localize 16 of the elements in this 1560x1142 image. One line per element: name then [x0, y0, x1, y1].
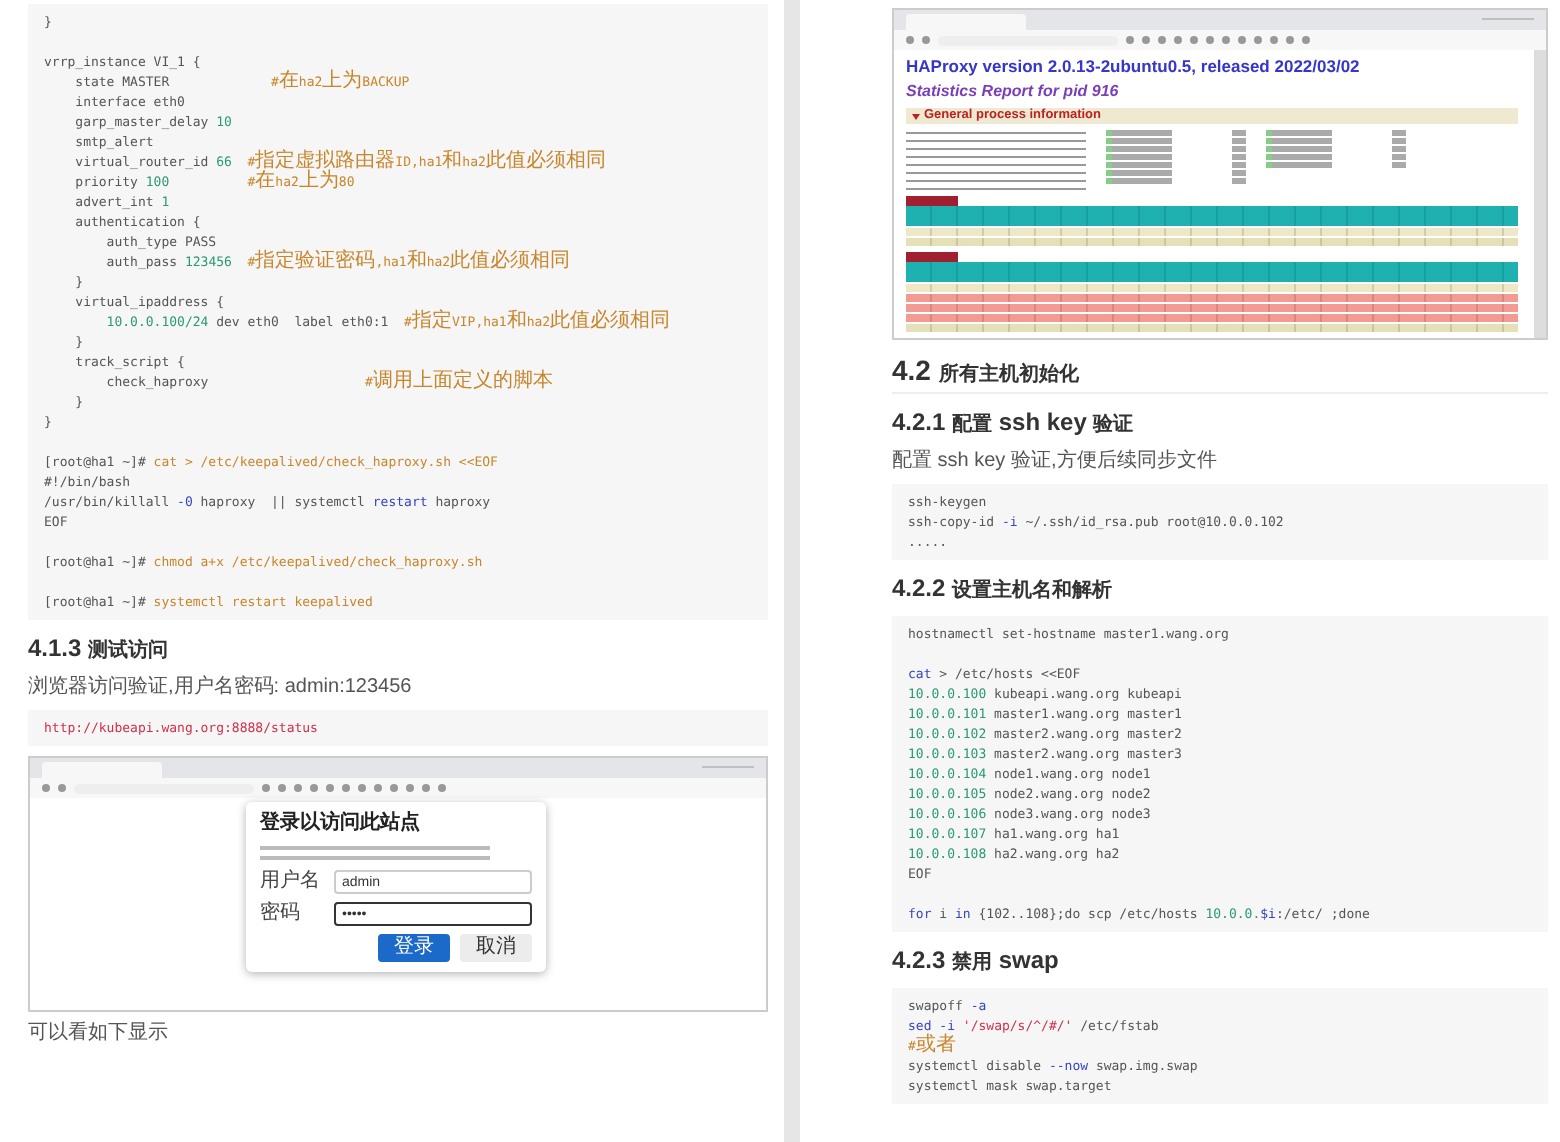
field-label: 密码	[260, 902, 302, 926]
cancel-button[interactable]: 取消	[460, 934, 532, 962]
dialog-title: 登录以访问此站点	[260, 812, 422, 836]
subsection-heading: 4.1.3 测试访问	[28, 634, 171, 666]
sign-in-button[interactable]: 登录	[378, 934, 450, 962]
paragraph: 配置 ssh key 验证,方便后续同步文件	[892, 450, 1219, 474]
section-heading: 4.2 所有主机初始化	[892, 354, 1548, 394]
paragraph: 可以看如下显示	[28, 1022, 170, 1046]
paragraph: 浏览器访问验证,用户名密码: admin:123456	[28, 676, 414, 700]
subsection-heading: 4.2.2 设置主机名和解析	[892, 574, 1115, 606]
triangle-icon	[912, 113, 920, 119]
subsection-heading: 4.2.1 配置 ssh key 验证	[892, 408, 1136, 440]
field-label: 用户名	[260, 870, 322, 894]
page-subtitle: Statistics Report for pid 916	[906, 82, 1121, 102]
subsection-heading: 4.2.3 禁用 swap	[892, 946, 1061, 978]
page-title: HAProxy version 2.0.13-2ubuntu0.5, released 2022/03/02	[906, 56, 1362, 76]
